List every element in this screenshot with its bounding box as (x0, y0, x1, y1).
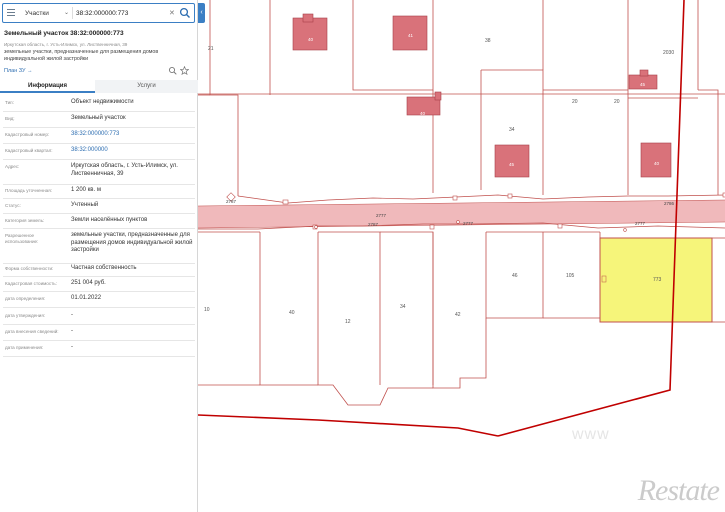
building-label: 45 (640, 82, 646, 87)
divider (3, 276, 195, 277)
prop-value: - (71, 344, 73, 350)
prop-value: Объект недвижимости (71, 99, 134, 105)
tab-info[interactable]: Информация (0, 80, 95, 93)
prop-label: Тип: (5, 100, 14, 105)
parcel-label: 40 (289, 310, 295, 316)
divider (3, 340, 195, 341)
map-canvas[interactable]: 40 41 40 45 45 40 21 38 2030 20 20 34 46… (198, 0, 725, 512)
parcel-label: 2030 (663, 50, 674, 56)
divider (3, 198, 195, 199)
divider (3, 307, 195, 308)
menu-icon[interactable] (7, 9, 15, 17)
prop-value: 251 004 руб. (71, 280, 106, 286)
parcel-label: 20 (572, 99, 578, 105)
divider (3, 356, 195, 357)
building-label: 41 (408, 33, 414, 38)
prop-label: Вид: (5, 116, 15, 121)
prop-value: Земельный участок (71, 115, 126, 121)
clear-icon[interactable]: ✕ (169, 9, 175, 17)
parcel-label: 34 (400, 304, 406, 310)
plan-link[interactable]: План ЗУ → (4, 68, 33, 74)
parcel-label: 20 (614, 99, 620, 105)
divider (3, 184, 195, 185)
cadastral-number-link[interactable]: 38:32:000000:773 (71, 131, 193, 139)
parcel-label: 21 (208, 46, 214, 52)
road-label: 2777 (635, 221, 646, 226)
cadastral-block-link[interactable]: 38:32:000000 (71, 147, 193, 155)
map-watermark: www (572, 426, 610, 443)
prop-label: Категория земель: (5, 218, 45, 223)
cadastral-map[interactable]: 40 41 40 45 45 40 21 38 2030 20 20 34 46… (198, 0, 725, 512)
info-panel: Участки ⌄ ✕ Земельный участок 38:32:0000… (0, 0, 198, 512)
parcel-address: Иркутская область, г. Усть-Илимск, ул. Л… (4, 42, 128, 47)
building-label: 40 (308, 37, 314, 42)
prop-value: Частная собственность (71, 265, 137, 271)
parcel-label: 42 (455, 312, 461, 318)
tab-services[interactable]: Услуги (95, 80, 198, 93)
road-label: 2777 (376, 213, 387, 218)
parcel-label: 12 (345, 319, 351, 325)
divider (3, 143, 195, 144)
prop-label: Кадастровый квартал: (5, 148, 53, 153)
building-label: 40 (654, 161, 660, 166)
divider (3, 127, 195, 128)
prop-label: дата применения: (5, 345, 44, 350)
building-label: 40 (420, 111, 426, 116)
layer-select[interactable]: Участки (25, 10, 49, 17)
road-label: 2786 (664, 201, 675, 206)
divider (3, 111, 195, 112)
prop-label: Статус: (5, 203, 21, 208)
prop-label: Площадь уточненная: (5, 188, 52, 193)
prop-label: Кадастровая стоимость: (5, 281, 57, 286)
prop-label: Разрешенное использование: (5, 233, 39, 244)
prop-value: - (71, 328, 73, 334)
parcel-label: 773 (653, 277, 662, 283)
star-icon[interactable] (180, 66, 189, 75)
divider (3, 228, 195, 229)
panel-tabs: Информация Услуги (0, 80, 198, 93)
search-icon[interactable] (179, 7, 191, 19)
divider (3, 159, 195, 160)
chevron-down-icon[interactable]: ⌄ (64, 9, 69, 16)
prop-label: дата внесения сведений: (5, 329, 59, 334)
prop-label: дата определения: (5, 296, 46, 301)
divider (3, 263, 195, 264)
brand-watermark: Restate (637, 474, 720, 507)
prop-label: Кадастровый номер: (5, 132, 50, 137)
search-input[interactable] (76, 7, 166, 19)
prop-value: земельные участки, предназначенные для р… (71, 232, 193, 253)
prop-value: 1 200 кв. м (71, 187, 101, 193)
prop-value: 01.01.2022 (71, 295, 102, 301)
prop-value: Учтенный (71, 202, 99, 208)
parcel-description: земельные участки, предназначенные для р… (4, 49, 159, 62)
prop-value: Иркутская область, г. Усть-Илимск, ул. Л… (71, 163, 178, 177)
zoom-to-icon[interactable] (168, 66, 177, 75)
parcel-label: 38 (485, 38, 491, 44)
search-divider (72, 7, 73, 19)
road-label: 2777 (463, 221, 474, 226)
divider (3, 213, 195, 214)
divider (3, 291, 195, 292)
parcel-label: 10 (204, 307, 210, 313)
prop-value: - (71, 312, 73, 318)
parcel-label: 34 (509, 127, 515, 133)
building-label: 45 (509, 162, 515, 167)
search-bar: Участки ⌄ ✕ (2, 3, 195, 23)
parcel-label: 105 (566, 273, 575, 279)
parcel-label: 46 (512, 273, 518, 279)
parcel-title: Земельный участок 38:32:000000:773 (4, 30, 124, 37)
prop-label: дата утверждения: (5, 313, 46, 318)
prop-label: Форма собственности: (5, 266, 54, 271)
divider (3, 324, 195, 325)
road-label: 2787 (226, 199, 237, 204)
road-label: 2787 (368, 222, 379, 227)
collapse-panel-button[interactable]: ‹ (198, 3, 205, 23)
prop-value: Земли населённых пунктов (71, 217, 148, 223)
prop-label: Адрес: (5, 164, 20, 169)
